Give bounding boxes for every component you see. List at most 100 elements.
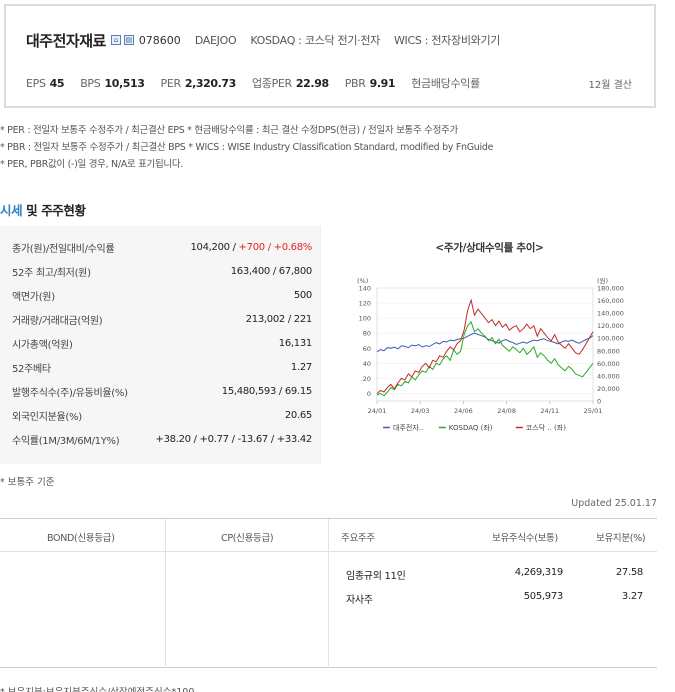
x-tick-label: 24/03 [411,407,430,415]
x-tick-label: 24/08 [497,407,516,415]
right-tick-label: 120,000 [597,322,624,330]
holding-formula-note: * 보유지분:보유지분주식수/상장예정주식수*100 [0,684,194,692]
row-label: 거래량/거래대금(억원) [12,315,103,327]
price-change: +700 / +0.68% [238,241,313,253]
english-name: DAEJOO [194,33,237,47]
bps-label: BPS [80,76,101,90]
common-stock-note: * 보통주 기준 [0,477,55,488]
shareholder-table: BOND(신용등급) CP(신용등급) 주요주주 보유주식수(보통) 보유지분(… [0,518,657,668]
left-tick-label: 80 [363,330,371,338]
close-price-value: 104,200 / +700 / +0.68% [190,242,312,253]
return-values: +38.20 / +0.77 / -13.67 / +33.42 [155,433,313,445]
note-line: * PBR : 전일자 보통주 수정주가 / 최근결산 BPS * WICS :… [0,142,494,153]
wics-classification: WICS : 전자장비와기기 [393,34,501,47]
row-value: 163,400 / 67,800 [230,265,313,277]
per-value: 2,320.73 [184,76,236,90]
legend-label: 코스닥 .. (좌) [526,423,566,432]
eps-label: EPS [26,76,46,90]
industry-per-label: 업종PER [251,77,292,90]
company-name: 대주전자재료 [26,31,106,50]
stock-code: 078600 [138,33,181,47]
pbr-label: PBR [344,76,366,90]
holder-shares: 505,973 [523,591,564,602]
left-tick-label: 140 [359,285,371,293]
right-tick-label: 160,000 [597,297,624,305]
price-chart: 140 120 100 80 60 40 20 0 180,000 160,000 140,000 1… [357,276,624,432]
row-label: 52주 최고/최저(원) [12,267,91,279]
eps-value: 45 [49,76,65,90]
row-value: 16,131 [278,337,313,349]
left-unit-label: (%) [357,277,368,285]
column-divider [328,519,329,668]
left-tick-label: 0 [367,390,371,398]
cp-header: CP(신용등급) [221,533,274,544]
left-tick-label: 100 [359,315,371,323]
bps-value: 10,513 [104,76,145,90]
section-title: 시세 및 주주현황 [0,200,86,219]
row-label: 수익률(1M/3M/6M/1Y%) [12,435,120,447]
section-title-rest: 및 주주현황 [22,203,86,218]
table-row: 종가(원)/전일대비/수익률 104,200 / +700 / +0.68% [0,235,320,259]
column-divider [165,519,166,668]
table-row: 수익률(1M/3M/6M/1Y%) +38.20 / +0.77 / -13.6… [0,427,320,451]
section-title-highlight: 시세 [0,203,23,218]
right-tick-label: 100,000 [597,335,624,343]
row-label: 시가총액(억원) [12,339,73,351]
x-tick-label: 25/01 [584,407,603,415]
updated-date: Updated 25.01.17 [571,498,657,509]
legend-label: KOSDAQ (좌) [449,423,493,432]
major-holder-header: 주요주주 [341,533,375,544]
row-value: 20.65 [284,409,312,421]
right-tick-label: 60,000 [597,360,620,368]
note-line: * PER : 전일자 보통주 수정주가 / 최근결산 EPS * 현금배당수익… [0,125,458,136]
right-tick-label: 80,000 [597,347,620,355]
x-tick-label: 24/01 [368,407,387,415]
x-tick-label: 24/11 [540,407,559,415]
left-tick-label: 60 [363,345,371,353]
row-label: 발행주식수(주)/유동비율(%) [12,387,128,399]
table-row: 외국인지분율(%) 20.65 [0,403,320,427]
fiscal-settlement: 12월 결산 [588,80,632,91]
industry-per-value: 22.98 [295,76,329,90]
price-chart-panel: <주가/상대수익률 추이> 140 120 100 80 60 40 20 0 180,000 1… [320,226,657,464]
company-title-row: 대주전자재료 ⌂ ▤ 078600 DAEJOO KOSDAQ : 코스닥 전기… [26,30,514,50]
definition-notes: * PER : 전일자 보통주 수정주가 / 최근결산 EPS * 현금배당수익… [0,122,493,173]
row-value: 500 [293,289,312,301]
pbr-value: 9.91 [369,76,396,90]
holder-pct: 3.27 [621,591,643,602]
metrics-row: EPS 45 BPS 10,513 PER 2,320.73 업종PER 22.… [26,74,500,92]
table-row: 발행주식수(주)/유동비율(%) 15,480,593 / 69.15 [0,379,320,403]
right-tick-label: 140,000 [597,310,624,318]
table-row: 시가총액(억원) 16,131 [0,331,320,355]
price-table: 종가(원)/전일대비/수익률 104,200 / +700 / +0.68% 5… [0,226,320,464]
left-tick-label: 40 [363,360,371,368]
holder-shares: 4,269,319 [514,567,564,578]
right-tick-label: 40,000 [597,372,620,380]
print-icon[interactable]: ▤ [123,35,134,45]
row-value: 15,480,593 / 69.15 [221,385,313,397]
holder-name: 임종규외 11인 [346,571,406,582]
row-value: 1.27 [290,361,312,373]
pct-header: 보유지분(%) [596,533,646,544]
company-header: 대주전자재료 ⌂ ▤ 078600 DAEJOO KOSDAQ : 코스닥 전기… [4,4,656,108]
shares-header: 보유주식수(보통) [492,533,558,544]
row-label: 52주베타 [12,363,51,375]
bond-header: BOND(신용등급) [47,533,115,544]
dividend-yield-label: 현금배당수익률 [411,77,480,90]
close-price: 104,200 / [190,241,239,253]
row-value: 213,002 / 221 [245,313,313,325]
left-tick-label: 120 [359,300,371,308]
right-tick-label: 20,000 [597,385,620,393]
left-tick-label: 20 [363,375,371,383]
right-tick-label: 0 [597,398,601,406]
right-tick-label: 180,000 [597,285,624,293]
x-tick-label: 24/06 [454,407,473,415]
per-label: PER [160,76,182,90]
row-label: 외국인지분율(%) [12,411,82,423]
legend-label: 대주전자.. [393,423,423,432]
row-label: 액면가(원) [12,291,55,303]
holder-pct: 27.58 [615,567,643,578]
table-row: 거래량/거래대금(억원) 213,002 / 221 [0,307,320,331]
home-icon[interactable]: ⌂ [110,35,121,45]
row-label: 종가(원)/전일대비/수익률 [12,243,115,255]
